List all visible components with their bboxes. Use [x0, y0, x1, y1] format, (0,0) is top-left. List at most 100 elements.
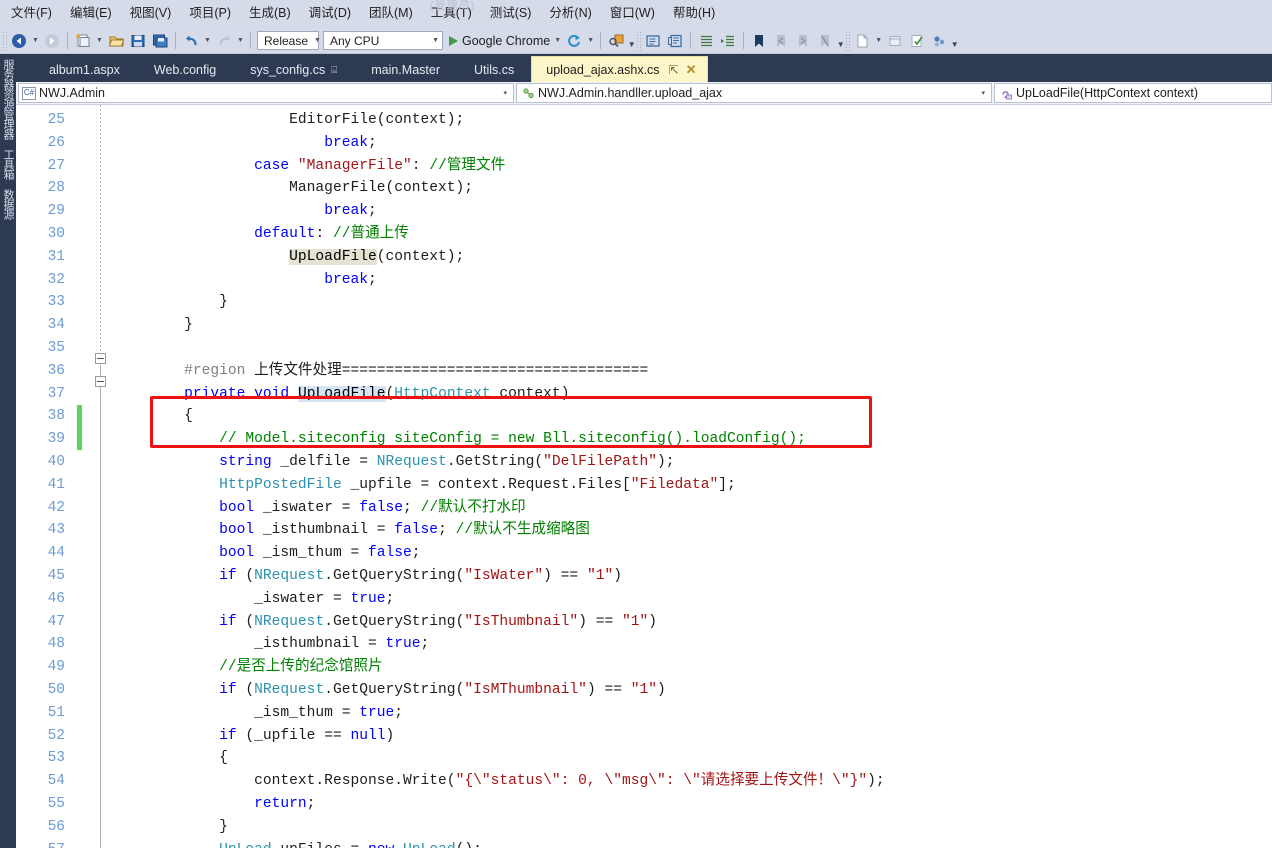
toolbar-overflow-icon[interactable]: ▼: [627, 30, 636, 52]
comment-selection-icon[interactable]: [642, 30, 664, 52]
member-dropdown[interactable]: UpLoadFile(HttpContext context): [994, 83, 1272, 103]
fold-toggle-region[interactable]: [95, 353, 106, 364]
undo-icon[interactable]: [180, 30, 202, 52]
code-line[interactable]: //是否上传的纪念馆照片: [114, 656, 1272, 679]
decrease-indent-icon[interactable]: [717, 30, 739, 52]
code-line[interactable]: if (NRequest.GetQueryString("IsMThumbnai…: [114, 679, 1272, 702]
tab-main-master[interactable]: main.Master: [354, 58, 457, 82]
menu-team[interactable]: 团队(M): [360, 4, 422, 24]
line-number: 53: [47, 750, 65, 767]
code-line[interactable]: }: [114, 816, 1272, 839]
menu-project[interactable]: 项目(P): [180, 4, 240, 24]
menu-build[interactable]: 生成(B): [240, 4, 300, 24]
menu-analyze[interactable]: 分析(N): [540, 4, 600, 24]
code-line[interactable]: default: //普通上传: [114, 223, 1272, 246]
toolbar-overflow-icon[interactable]: ▼: [836, 30, 845, 52]
new-project-dropdown-icon[interactable]: ▼: [94, 30, 105, 52]
close-icon[interactable]: ✕: [686, 63, 697, 76]
code-line[interactable]: private void UpLoadFile(HttpContext cont…: [114, 383, 1272, 406]
toolbar-overflow-icon[interactable]: ▼: [950, 30, 959, 52]
code-line[interactable]: case "ManagerFile": //管理文件: [114, 155, 1272, 178]
project-dropdown[interactable]: C# NWJ.Admin ▾: [18, 83, 514, 103]
code-line[interactable]: bool _isthumbnail = false; //默认不生成缩略图: [114, 519, 1272, 542]
code-line[interactable]: break;: [114, 200, 1272, 223]
code-line[interactable]: break;: [114, 269, 1272, 292]
code-line[interactable]: string _delfile = NRequest.GetString("De…: [114, 451, 1272, 474]
new-project-icon[interactable]: [72, 30, 94, 52]
code-line[interactable]: #region 上传文件处理==========================…: [114, 360, 1272, 383]
navigate-backward-dropdown-icon[interactable]: ▼: [30, 30, 41, 52]
code-line[interactable]: // Model.siteconfig siteConfig = new Bll…: [114, 428, 1272, 451]
code-editor[interactable]: 25 26 27 28 29 30 31 32 33 34 35 36 37 38 39 40 41 42 43 44…: [16, 105, 1272, 848]
redo-dropdown-icon[interactable]: ▼: [235, 30, 246, 52]
code-line[interactable]: _ism_thum = true;: [114, 702, 1272, 725]
code-line[interactable]: ManagerFile(context);: [114, 177, 1272, 200]
refresh-dropdown-icon[interactable]: ▼: [585, 30, 596, 52]
menu-file[interactable]: 文件(F): [2, 4, 61, 24]
menu-window[interactable]: 窗口(W): [601, 4, 664, 24]
code-line[interactable]: {: [114, 747, 1272, 770]
validate-icon[interactable]: [906, 30, 928, 52]
refresh-icon[interactable]: [563, 30, 585, 52]
sidebar-tab-data-sources[interactable]: 数据源: [0, 186, 16, 222]
navigate-backward-icon[interactable]: [8, 30, 30, 52]
code-line[interactable]: [114, 337, 1272, 360]
tab-sys-config-cs[interactable]: sys_config.cs ⌸: [233, 58, 354, 82]
next-bookmark-icon[interactable]: [792, 30, 814, 52]
previous-bookmark-icon[interactable]: [770, 30, 792, 52]
line-number: 28: [47, 180, 65, 197]
navigate-forward-icon[interactable]: [41, 30, 63, 52]
code-line[interactable]: {: [114, 405, 1272, 428]
solution-platform-dropdown[interactable]: Any CPU ▼: [323, 31, 443, 50]
start-debugging-button[interactable]: Google Chrome ▼: [445, 34, 563, 48]
solution-configuration-dropdown[interactable]: Release ▼: [257, 31, 321, 50]
code-text[interactable]: EditorFile(context); break; case "Manage…: [114, 105, 1272, 848]
code-line[interactable]: UpLoadFile(context);: [114, 246, 1272, 269]
code-line[interactable]: _iswater = true;: [114, 588, 1272, 611]
fold-toggle-method[interactable]: [95, 376, 106, 387]
code-line[interactable]: UpLoad upFiles = new UpLoad();: [114, 839, 1272, 848]
code-line[interactable]: HttpPostedFile _upfile = context.Request…: [114, 474, 1272, 497]
code-line[interactable]: if (NRequest.GetQueryString("IsWater") =…: [114, 565, 1272, 588]
view-in-browser-icon[interactable]: [884, 30, 906, 52]
tab-upload-ajax-ashx-cs[interactable]: upload_ajax.ashx.cs ⇱ ✕: [531, 56, 708, 82]
menu-help[interactable]: 帮助(H): [664, 4, 724, 24]
code-line[interactable]: break;: [114, 132, 1272, 155]
line-number: 52: [47, 727, 65, 744]
type-dropdown[interactable]: NWJ.Admin.handller.upload_ajax ▾: [516, 83, 992, 103]
outlining-gutter[interactable]: [90, 105, 114, 848]
increase-indent-icon[interactable]: [695, 30, 717, 52]
code-line[interactable]: bool _iswater = false; //默认不打水印: [114, 497, 1272, 520]
save-icon[interactable]: [127, 30, 149, 52]
sidebar-tab-server-explorer[interactable]: 服务器资源管理器: [0, 56, 16, 142]
team-explorer-icon[interactable]: [928, 30, 950, 52]
tab-web-config[interactable]: Web.config: [137, 58, 233, 82]
open-file-icon[interactable]: [105, 30, 127, 52]
menu-view[interactable]: 视图(V): [121, 4, 181, 24]
undo-dropdown-icon[interactable]: ▼: [202, 30, 213, 52]
code-line[interactable]: if (_upfile == null): [114, 725, 1272, 748]
code-line[interactable]: }: [114, 314, 1272, 337]
clear-bookmarks-icon[interactable]: [814, 30, 836, 52]
tab-utils-cs[interactable]: Utils.cs: [457, 58, 531, 82]
save-all-icon[interactable]: [149, 30, 171, 52]
pin-icon[interactable]: ⇱: [669, 64, 679, 76]
code-line[interactable]: context.Response.Write("{\"status\": 0, …: [114, 770, 1272, 793]
new-item-icon[interactable]: [851, 30, 873, 52]
uncomment-selection-icon[interactable]: [664, 30, 686, 52]
code-line[interactable]: return;: [114, 793, 1272, 816]
code-line[interactable]: if (NRequest.GetQueryString("IsThumbnail…: [114, 611, 1272, 634]
code-line[interactable]: _isthumbnail = true;: [114, 633, 1272, 656]
menu-test[interactable]: 测试(S): [481, 4, 541, 24]
code-line[interactable]: EditorFile(context);: [114, 109, 1272, 132]
code-line[interactable]: bool _ism_thum = false;: [114, 542, 1272, 565]
menu-edit[interactable]: 编辑(E): [61, 4, 121, 24]
tab-album1-aspx[interactable]: album1.aspx: [32, 58, 137, 82]
find-in-files-icon[interactable]: [605, 30, 627, 52]
toggle-bookmark-icon[interactable]: [748, 30, 770, 52]
sidebar-tab-toolbox[interactable]: 工具箱: [0, 146, 16, 182]
menu-debug[interactable]: 调试(D): [300, 4, 360, 24]
code-line[interactable]: }: [114, 291, 1272, 314]
new-item-dropdown-icon[interactable]: ▼: [873, 30, 884, 52]
redo-icon[interactable]: [213, 30, 235, 52]
